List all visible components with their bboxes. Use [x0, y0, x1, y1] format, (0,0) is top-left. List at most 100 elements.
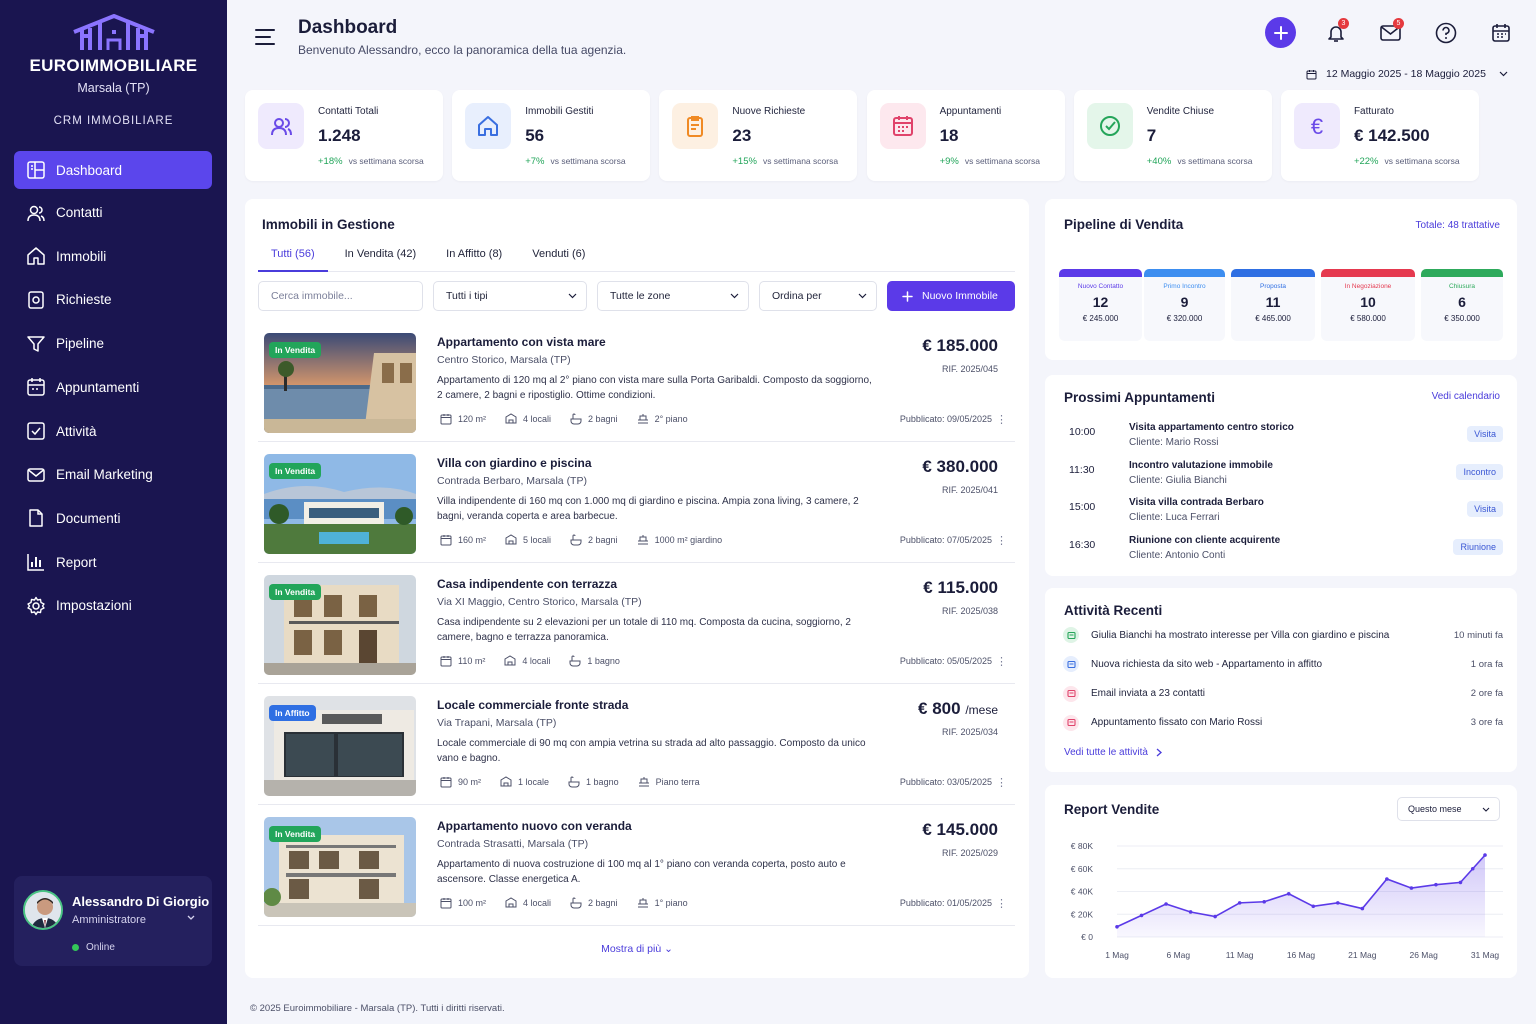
property-item[interactable]: In Vendita Appartamento nuovo con veranda…: [258, 805, 1015, 926]
property-title[interactable]: Appartamento nuovo con veranda: [437, 819, 632, 833]
property-item[interactable]: In Affitto Locale commerciale fronte stra…: [258, 684, 1015, 805]
notifications-button[interactable]: 3: [1320, 17, 1351, 48]
property-meta-item: 1000 m² giardino: [637, 534, 722, 546]
sidebar-item-report[interactable]: Report: [14, 543, 212, 581]
chevron-down-icon: [1482, 807, 1490, 812]
sidebar-item-label: Immobili: [56, 248, 107, 264]
property-title[interactable]: Appartamento con vista mare: [437, 335, 606, 349]
more-options-icon[interactable]: ⋮: [996, 776, 1007, 789]
property-title[interactable]: Locale commerciale fronte strada: [437, 698, 628, 712]
sidebar-item-appuntamenti[interactable]: Appuntamenti: [14, 368, 212, 406]
zone-select[interactable]: Tutte le zone: [597, 281, 749, 311]
calendar-link[interactable]: Vedi calendario: [1432, 391, 1500, 402]
sidebar-item-attivit[interactable]: Attività: [14, 412, 212, 450]
property-title[interactable]: Villa con giardino e piscina: [437, 456, 592, 470]
stat-card[interactable]: Appuntamenti 18 +9% vs settimana scorsa: [866, 90, 1065, 181]
tab-1[interactable]: In Vendita (42): [332, 241, 430, 272]
more-options-icon[interactable]: ⋮: [996, 655, 1007, 668]
more-options-icon[interactable]: ⋮: [996, 897, 1007, 910]
sort-select[interactable]: Ordina per: [759, 281, 877, 311]
pipeline-stage-label: Primo Incontro: [1163, 283, 1206, 290]
pipeline-stage[interactable]: Proposta 11 € 465.000: [1231, 269, 1315, 341]
property-item[interactable]: In Vendita Villa con giardino e piscina Co…: [258, 442, 1015, 563]
menu-icon[interactable]: [255, 28, 275, 46]
report-title: Report Vendite: [1064, 802, 1160, 817]
property-photo[interactable]: In Vendita: [264, 454, 416, 554]
more-options-icon[interactable]: ⋮: [996, 534, 1007, 547]
activity-item[interactable]: Appuntamento fissato con Mario Rossi 3 or…: [1063, 713, 1503, 733]
property-photo[interactable]: In Vendita: [264, 333, 416, 433]
tab-2[interactable]: In Affitto (8): [433, 241, 515, 272]
stat-card[interactable]: Contatti Totali 1.248 +18% vs settimana sco…: [245, 90, 443, 181]
property-address: Contrada Berbaro, Marsala (TP): [437, 475, 587, 487]
property-ref: RIF. 2025/041: [941, 485, 998, 495]
stat-change-value: +9%: [939, 156, 959, 167]
pipeline-stage-count: 6: [1458, 294, 1466, 310]
y-tick-label: € 80K: [1071, 841, 1094, 851]
property-title[interactable]: Casa indipendente con terrazza: [437, 577, 617, 591]
activity-item[interactable]: Giulia Bianchi ha mostrato interesse per…: [1063, 625, 1503, 645]
appointment-item[interactable]: 10:00 Visita appartamento centro storico C…: [1069, 420, 1503, 457]
sidebar-item-dashboard[interactable]: Dashboard: [14, 151, 212, 189]
help-button[interactable]: [1430, 17, 1461, 48]
more-options-icon[interactable]: ⋮: [996, 413, 1007, 426]
sidebar-item-email-marketing[interactable]: Email Marketing: [14, 456, 212, 494]
tab-0[interactable]: Tutti (56): [258, 241, 328, 272]
property-meta-value: 90 m²: [458, 777, 482, 787]
chevron-down-icon[interactable]: [186, 914, 196, 922]
tab-3[interactable]: Venduti (6): [519, 241, 598, 272]
new-property-button[interactable]: Nuovo Immobile: [887, 281, 1015, 311]
property-meta-item: 2 bagni: [570, 897, 618, 909]
property-address: Centro Storico, Marsala (TP): [437, 354, 571, 366]
property-photo[interactable]: In Vendita: [264, 817, 416, 917]
pipeline-stage[interactable]: Chiusura 6 € 350.000: [1421, 269, 1503, 341]
report-period-select[interactable]: Questo mese: [1397, 797, 1500, 821]
property-published: Pubblicato: 07/05/2025: [899, 535, 992, 545]
stat-card[interactable]: Vendite Chiuse 7 +40% vs settimana scorsa: [1073, 90, 1272, 181]
property-meta: 100 m² 4 locali 2 bagni 1° piano: [440, 897, 707, 909]
status-online: Online: [72, 942, 115, 953]
sidebar-item-impostazioni[interactable]: Impostazioni: [14, 587, 212, 625]
property-photo[interactable]: In Affitto: [264, 696, 416, 796]
all-activities-link[interactable]: Vedi tutte le attività: [1064, 747, 1163, 758]
sidebar-item-richieste[interactable]: Richieste: [14, 281, 212, 319]
activity-item[interactable]: Nuova richiesta da sito web - Appartamen…: [1063, 654, 1503, 674]
property-status-badge: In Vendita: [269, 342, 322, 358]
property-meta-value: 1 bagno: [586, 777, 619, 787]
help-icon: [1435, 22, 1456, 43]
stat-card[interactable]: Nuove Richieste 23 +15% vs settimana scorsa: [659, 90, 858, 181]
sidebar-item-immobili[interactable]: Immobili: [14, 237, 212, 275]
appointment-item[interactable]: 15:00 Visita villa contrada Berbaro Client…: [1069, 495, 1503, 532]
user-profile[interactable]: Alessandro Di Giorgio Amministratore Onl…: [14, 876, 212, 966]
property-photo[interactable]: In Vendita: [264, 575, 416, 675]
pipeline-stage[interactable]: Nuovo Contatto 12 € 245.000: [1059, 269, 1142, 341]
property-meta-item: 5 locali: [505, 534, 551, 546]
property-item[interactable]: In Vendita Casa indipendente con terrazza…: [258, 563, 1015, 684]
type-select[interactable]: Tutti i tipi: [433, 281, 587, 311]
stat-value: 56: [525, 126, 545, 145]
appointment-item[interactable]: 11:30 Incontro valutazione immobile Client…: [1069, 458, 1503, 495]
pipeline-stage[interactable]: Primo Incontro 9 € 320.000: [1144, 269, 1225, 341]
property-item[interactable]: In Vendita Appartamento con vista mare Cen…: [258, 321, 1015, 442]
messages-button[interactable]: 5: [1375, 17, 1406, 48]
new-property-label: Nuovo Immobile: [922, 290, 998, 302]
activity-item[interactable]: Email inviata a 23 contatti 2 ore fa: [1063, 684, 1503, 704]
date-range-picker[interactable]: 12 Maggio 2025 - 18 Maggio 2025: [1306, 68, 1508, 80]
appointment-item[interactable]: 16:30 Riunione con cliente acquirente Clie…: [1069, 533, 1503, 570]
pipeline-stage[interactable]: In Negoziazione 10 € 580.000: [1321, 269, 1415, 341]
search-input[interactable]: Cerca immobile...: [258, 281, 423, 311]
stat-card[interactable]: € Fatturato € 142.500 +22% vs settimana scor…: [1280, 90, 1479, 181]
pipeline-stage-bar: [1059, 269, 1142, 277]
property-meta-value: Piano terra: [655, 777, 700, 787]
sidebar-item-pipeline[interactable]: Pipeline: [14, 325, 212, 363]
add-button[interactable]: [1265, 17, 1296, 48]
show-more-link[interactable]: Mostra di più ⌄: [245, 943, 1029, 955]
property-meta-item: 120 m²: [440, 413, 486, 425]
chart-point: [1385, 877, 1389, 881]
sidebar-item-documenti[interactable]: Documenti: [14, 499, 212, 537]
sidebar-item-label: Appuntamenti: [56, 379, 140, 395]
calendar-button[interactable]: [1485, 17, 1516, 48]
sidebar-item-contatti[interactable]: Contatti: [14, 194, 212, 232]
property-meta-value: 5 locali: [523, 535, 552, 545]
stat-card[interactable]: Immobili Gestiti 56 +7% vs settimana scorsa: [452, 90, 651, 181]
